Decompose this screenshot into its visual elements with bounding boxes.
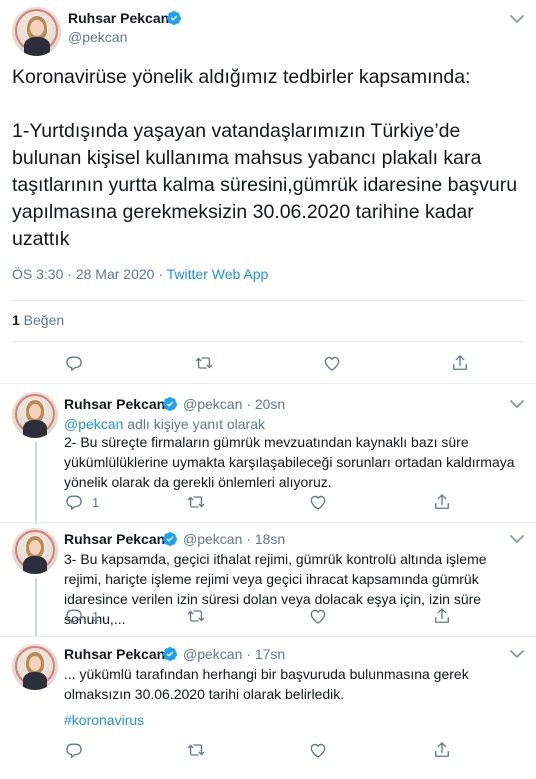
meta-separator: · xyxy=(154,266,167,282)
reply-icon xyxy=(66,495,82,510)
tweet-text: ... yükümlü tarafından herhangi bir başv… xyxy=(64,666,469,702)
retweet-icon xyxy=(187,610,205,622)
avatar[interactable] xyxy=(12,528,58,574)
divider xyxy=(12,341,524,342)
heart-icon xyxy=(310,609,326,624)
author-handle[interactable]: @pekcan xyxy=(68,29,127,45)
verified-badge-icon xyxy=(163,397,178,411)
chevron-down-icon[interactable] xyxy=(510,534,524,544)
meta-separator: · xyxy=(242,531,255,547)
reply-icon xyxy=(66,356,82,371)
like-button[interactable] xyxy=(308,604,328,628)
tweet-source-link[interactable]: Twitter Web App xyxy=(167,266,269,282)
like-button[interactable] xyxy=(308,738,328,762)
meta-separator: · xyxy=(242,646,255,662)
heart-icon xyxy=(310,495,326,510)
tweet-actions xyxy=(0,351,536,375)
tweet-meta: ÖS 3:30 · 28 Mar 2020 · Twitter Web App xyxy=(12,266,268,282)
reply-count: 1 xyxy=(92,494,100,510)
tweet-time[interactable]: 18sn xyxy=(255,531,285,547)
tweet-actions: 1 xyxy=(0,604,536,628)
avatar[interactable] xyxy=(12,392,58,438)
reply-context: @pekcan adlı kişiye yanıt olarak xyxy=(64,414,524,434)
share-button[interactable] xyxy=(432,738,452,762)
retweet-button[interactable] xyxy=(186,604,206,628)
reply-handle-time: @pekcan · 20sn xyxy=(183,396,285,412)
heart-icon xyxy=(324,356,340,371)
reply-button[interactable]: 1 xyxy=(64,490,99,514)
divider xyxy=(0,522,536,523)
divider xyxy=(0,383,536,384)
share-button[interactable] xyxy=(432,604,452,628)
reply-handle-time: @pekcan · 17sn xyxy=(183,646,285,662)
tweet-text: 2- Bu süreçte firmaların gümrük mevzuatı… xyxy=(64,434,515,490)
like-stats[interactable]: 1 Beğen xyxy=(12,312,64,328)
like-button[interactable] xyxy=(322,351,342,375)
heart-icon xyxy=(310,743,326,758)
author-name[interactable]: Ruhsar Pekcan xyxy=(64,531,165,547)
author-handle[interactable]: @pekcan xyxy=(183,396,242,412)
chevron-down-icon[interactable] xyxy=(510,14,524,24)
avatar[interactable] xyxy=(12,644,58,690)
chevron-down-icon[interactable] xyxy=(510,399,524,409)
reply-button[interactable]: 1 xyxy=(64,604,99,628)
reply-to-mention[interactable]: @pekcan xyxy=(64,416,123,432)
verified-badge-icon xyxy=(163,647,178,661)
share-icon xyxy=(435,608,449,623)
reply-button[interactable] xyxy=(64,351,84,375)
tweet-time[interactable]: 17sn xyxy=(255,646,285,662)
tweet-date[interactable]: 28 Mar 2020 xyxy=(76,266,155,282)
hashtag-link[interactable]: #koronavirus xyxy=(64,712,144,728)
like-button[interactable] xyxy=(308,490,328,514)
retweet-icon xyxy=(187,496,205,508)
share-icon xyxy=(435,494,449,509)
share-button[interactable] xyxy=(450,351,470,375)
reply-count: 1 xyxy=(92,608,100,624)
author-name[interactable]: Ruhsar Pekcan xyxy=(68,10,169,26)
share-button[interactable] xyxy=(432,490,452,514)
chevron-down-icon[interactable] xyxy=(510,649,524,659)
author-handle[interactable]: @pekcan xyxy=(183,531,242,547)
verified-badge-icon xyxy=(167,11,182,25)
reply-button[interactable] xyxy=(64,738,84,762)
retweet-button[interactable] xyxy=(186,490,206,514)
retweet-icon xyxy=(187,744,205,756)
meta-separator: · xyxy=(63,266,76,282)
tweet-time[interactable]: 20sn xyxy=(255,396,285,412)
retweet-icon xyxy=(195,357,213,369)
author-name[interactable]: Ruhsar Pekcan xyxy=(64,646,165,662)
meta-separator: · xyxy=(242,396,255,412)
verified-badge-icon xyxy=(163,532,178,546)
tweet-actions: 1 xyxy=(0,490,536,514)
tweet-text: Koronavirüse yönelik aldığımız tedbirler… xyxy=(12,66,518,250)
reply-handle-time: @pekcan · 18sn xyxy=(183,531,285,547)
reply-icon xyxy=(66,609,82,624)
author-name[interactable]: Ruhsar Pekcan xyxy=(64,396,165,412)
reply-to-label: adlı kişiye yanıt olarak xyxy=(123,416,265,432)
retweet-button[interactable] xyxy=(194,351,214,375)
share-icon xyxy=(453,355,467,370)
tweet-time[interactable]: ÖS 3:30 xyxy=(12,266,63,282)
tweet-actions xyxy=(0,738,536,762)
reply-icon xyxy=(66,743,82,758)
author-handle[interactable]: @pekcan xyxy=(183,646,242,662)
divider xyxy=(0,636,536,637)
like-label: Beğen xyxy=(19,312,65,328)
divider xyxy=(12,300,524,301)
share-icon xyxy=(435,742,449,757)
avatar[interactable] xyxy=(12,7,61,56)
like-count: 1 xyxy=(12,312,20,328)
retweet-button[interactable] xyxy=(186,738,206,762)
